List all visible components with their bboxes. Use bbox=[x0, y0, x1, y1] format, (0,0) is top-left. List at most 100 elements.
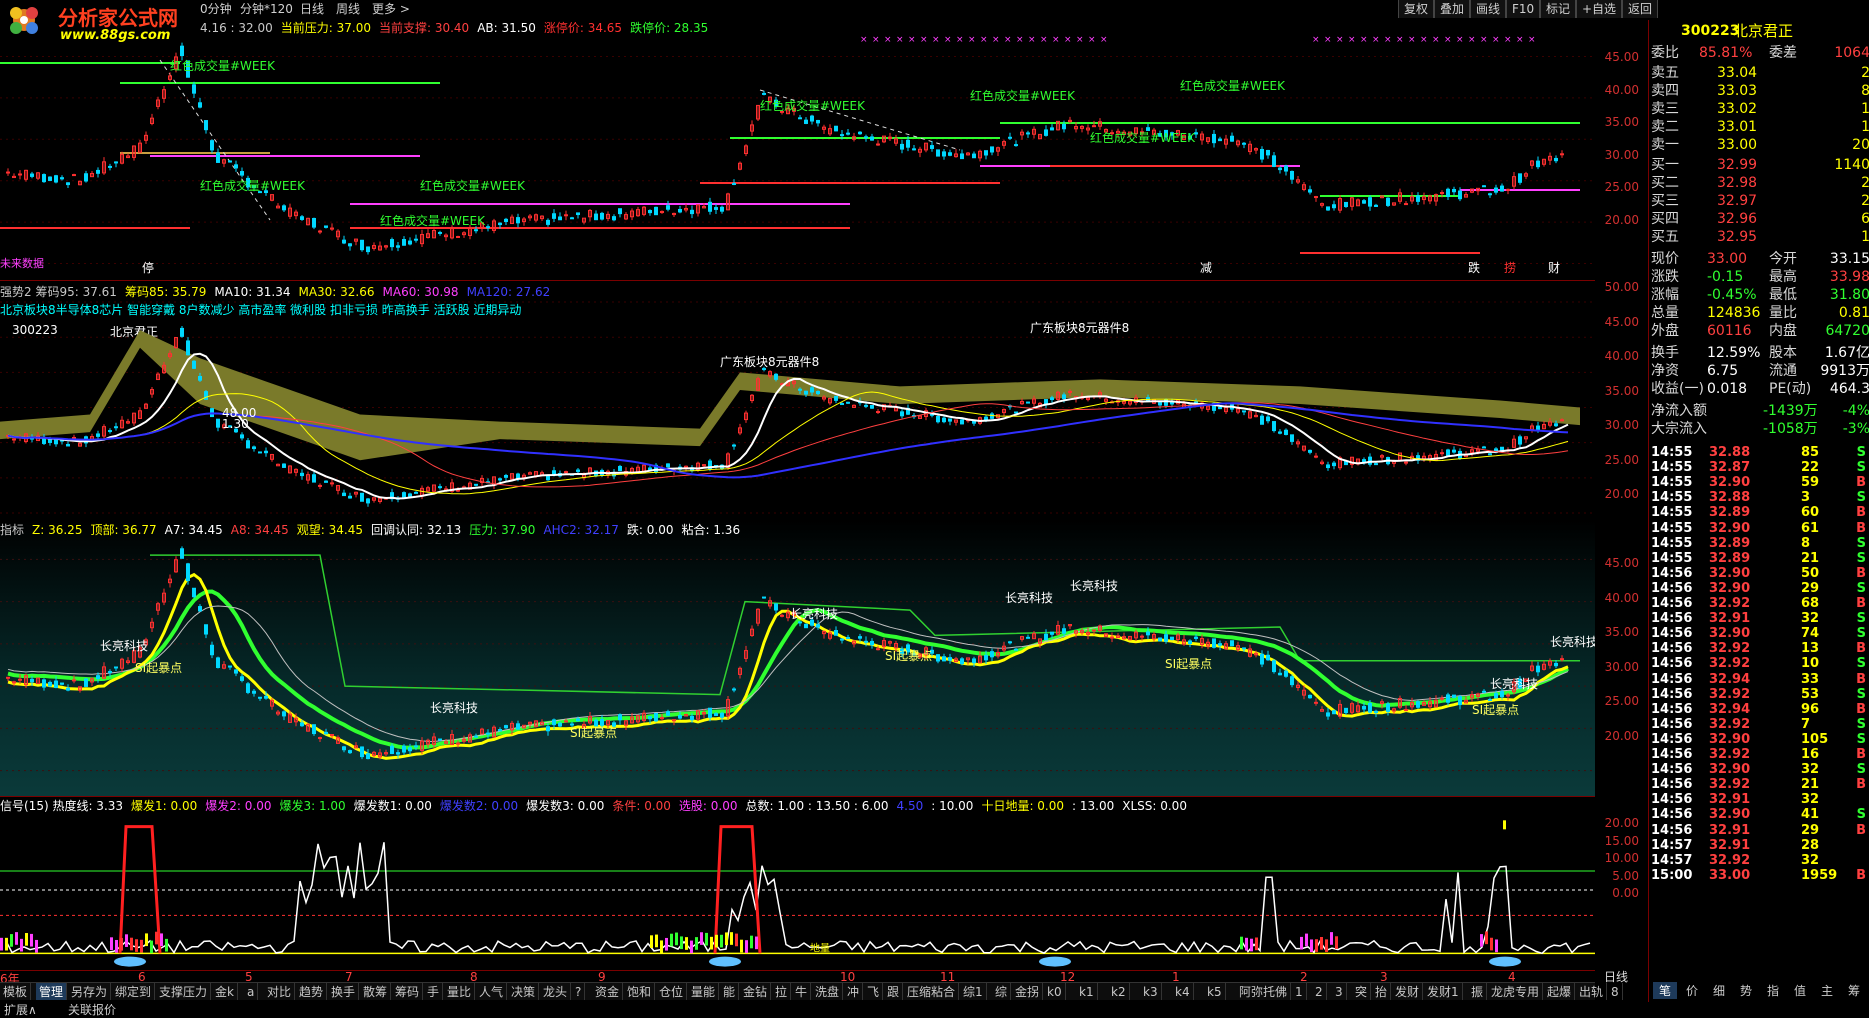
quote-tab[interactable]: 值 bbox=[1788, 982, 1812, 999]
indicator-tab[interactable]: 振 bbox=[1468, 983, 1488, 1001]
indicator-tab[interactable]: k1 bbox=[1076, 983, 1098, 1001]
indicator-tab[interactable]: ? bbox=[572, 983, 586, 1001]
indicator-tab[interactable]: 能 bbox=[720, 983, 740, 1001]
indicator-tab[interactable]: 仓位 bbox=[656, 983, 688, 1001]
indicator-tab[interactable]: 3 bbox=[1332, 983, 1347, 1001]
signal-panel[interactable]: 信号(15) 热度线: 3.33 爆发1: 0.00 爆发2: 0.00 爆发3: 1… bbox=[0, 796, 1595, 971]
period-button-day[interactable]: 日线 bbox=[300, 0, 324, 18]
candle bbox=[1284, 165, 1288, 172]
chip-chart[interactable]: 48.001.30广东板块8元器件8广东板块8元器件8 bbox=[0, 280, 1595, 520]
signal-chart[interactable]: 地量 bbox=[0, 796, 1595, 970]
indicator-tab[interactable]: 牛 bbox=[792, 983, 812, 1001]
period-button-min[interactable]: 0分钟 bbox=[200, 0, 232, 18]
indicator-tab[interactable]: 飞 bbox=[864, 983, 884, 1001]
candle bbox=[390, 745, 394, 754]
f10-button[interactable]: F10 bbox=[1506, 0, 1541, 18]
indicator-tab[interactable]: 资金 bbox=[592, 983, 624, 1001]
indicator-tab[interactable]: 龙虎专用 bbox=[1488, 983, 1544, 1001]
mark-button[interactable]: 标记 bbox=[1540, 0, 1577, 18]
indicator-tab[interactable]: k4 bbox=[1172, 983, 1194, 1001]
quote-tab[interactable]: 价 bbox=[1680, 982, 1704, 999]
indicator-tab[interactable]: 出轨 bbox=[1576, 983, 1608, 1001]
indicator-tab[interactable]: 金钻 bbox=[740, 983, 772, 1001]
indicator-tab[interactable]: 突 bbox=[1352, 983, 1372, 1001]
indicator-tab[interactable]: k0 bbox=[1044, 983, 1066, 1001]
indicator-tab[interactable]: 起爆 bbox=[1544, 983, 1576, 1001]
indicator-panel[interactable]: 指标 Z: 36.25 顶部: 36.77 A7: 34.45 A8: 34.45 观望:… bbox=[0, 520, 1595, 797]
signal-mark: × bbox=[1372, 35, 1380, 45]
back-button[interactable]: 返回 bbox=[1622, 0, 1659, 18]
indicator-tab[interactable]: 饱和 bbox=[624, 983, 656, 1001]
indicator-tab[interactable]: 龙头 bbox=[540, 983, 572, 1001]
indicator-tab[interactable]: 支撑压力 bbox=[156, 983, 212, 1001]
indicator-chart[interactable]: 长亮科技SI起暴点长亮科技SI起暴点长亮科技SI起暴点长亮科技长亮科技SI起暴点… bbox=[0, 520, 1595, 796]
add-favorite-button[interactable]: +自选 bbox=[1576, 0, 1623, 18]
indicator-tab[interactable]: 金k bbox=[212, 983, 238, 1001]
indicator-tab[interactable]: k2 bbox=[1108, 983, 1130, 1001]
quote-tab[interactable]: 笔 bbox=[1653, 982, 1677, 999]
signal-mark: × bbox=[860, 35, 868, 45]
indicator-tab[interactable]: 1 bbox=[1292, 983, 1307, 1001]
axis-tick: 0.00 bbox=[1612, 886, 1639, 900]
quote-tab[interactable]: 细 bbox=[1707, 982, 1731, 999]
kline-chart[interactable]: 红色成交量#WEEK 红色成交量#WEEK 红色成交量#WEEK 红色成交量#WEEK… bbox=[0, 20, 1595, 280]
candle bbox=[438, 231, 442, 234]
indicator-tab[interactable]: 量比 bbox=[444, 983, 476, 1001]
stat-label: 净资 bbox=[1651, 363, 1679, 379]
quote-panel: 300223 北京君正 委比 85.81% 委差 1064 卖五 33.04 2 卖四 33.0… bbox=[1648, 20, 1869, 1002]
candle bbox=[558, 722, 562, 727]
indicator-tab[interactable]: 对比 bbox=[264, 983, 296, 1001]
indicator-tab[interactable]: 手 bbox=[424, 983, 444, 1001]
related-quote-button[interactable]: 关联报价 bbox=[68, 1001, 116, 1018]
indicator-tab[interactable]: 绑定到 bbox=[112, 983, 156, 1001]
indicator-tab[interactable]: 发财 bbox=[1392, 983, 1424, 1001]
indicator-tab[interactable]: 2 bbox=[1312, 983, 1327, 1001]
indicator-tab[interactable]: 阿弥托佛 bbox=[1236, 983, 1292, 1001]
quote-tab[interactable]: 筹 bbox=[1842, 982, 1866, 999]
expand-button[interactable]: 扩展∧ bbox=[4, 1001, 37, 1018]
indicator-tab[interactable]: 人气 bbox=[476, 983, 508, 1001]
quote-tab[interactable]: 指 bbox=[1761, 982, 1785, 999]
indicator-tab[interactable]: 筹码 bbox=[392, 983, 424, 1001]
tab-template[interactable]: 模板 bbox=[0, 983, 32, 1001]
indicator-tab[interactable]: k3 bbox=[1140, 983, 1162, 1001]
signal-bar bbox=[135, 939, 138, 952]
indicator-tab[interactable]: 综1 bbox=[960, 983, 987, 1001]
indicator-tab[interactable]: 综 bbox=[992, 983, 1012, 1001]
candle bbox=[1242, 647, 1246, 650]
indicator-tab[interactable]: 决策 bbox=[508, 983, 540, 1001]
indicator-tab[interactable]: 金拐 bbox=[1012, 983, 1044, 1001]
chip-panel[interactable]: 强势2 筹码95: 37.61 筹码85: 35.79 MA10: 31.34 MA3… bbox=[0, 280, 1595, 521]
indicator-tab[interactable]: a bbox=[244, 983, 259, 1001]
indicator-tab[interactable]: 洗盘 bbox=[812, 983, 844, 1001]
indicator-tab[interactable]: 散筹 bbox=[360, 983, 392, 1001]
candle bbox=[678, 208, 682, 213]
quote-tab[interactable]: 势 bbox=[1734, 982, 1758, 999]
indicator-tab[interactable]: 量能 bbox=[688, 983, 720, 1001]
candle bbox=[990, 413, 994, 419]
candle bbox=[72, 436, 76, 439]
indicator-tab[interactable]: k5 bbox=[1204, 983, 1226, 1001]
candle bbox=[348, 243, 352, 247]
restore-rights-button[interactable]: 复权 bbox=[1398, 0, 1435, 18]
indicator-tab[interactable]: 拉 bbox=[772, 983, 792, 1001]
quote-tab[interactable]: 主 bbox=[1815, 982, 1839, 999]
indicator-tab[interactable]: 换手 bbox=[328, 983, 360, 1001]
draw-line-button[interactable]: 画线 bbox=[1470, 0, 1507, 18]
candle bbox=[318, 737, 322, 740]
period-button-week[interactable]: 周线 bbox=[336, 0, 360, 18]
indicator-tab[interactable]: 冲 bbox=[844, 983, 864, 1001]
more-button[interactable]: 更多 > bbox=[372, 0, 410, 18]
indicator-tab[interactable]: 趋势 bbox=[296, 983, 328, 1001]
overlay-button[interactable]: 叠加 bbox=[1434, 0, 1471, 18]
ask-label: 卖五 bbox=[1651, 65, 1679, 81]
indicator-tab[interactable]: 另存为 bbox=[68, 983, 112, 1001]
indicator-tab[interactable]: 压缩粘合 bbox=[904, 983, 960, 1001]
indicator-tab[interactable]: 跟 bbox=[884, 983, 904, 1001]
period-button-min120[interactable]: 分钟*120 bbox=[240, 0, 293, 18]
indicator-tab[interactable]: 管理 bbox=[36, 983, 68, 1001]
indicator-tab[interactable]: 8 bbox=[1608, 983, 1623, 1001]
kline-panel[interactable]: 4.16 : 32.00 当前压力: 37.00 当前支撑: 30.40 AB: 31… bbox=[0, 20, 1595, 281]
indicator-tab[interactable]: 抬 bbox=[1372, 983, 1392, 1001]
indicator-tab[interactable]: 发财1 bbox=[1424, 983, 1463, 1001]
